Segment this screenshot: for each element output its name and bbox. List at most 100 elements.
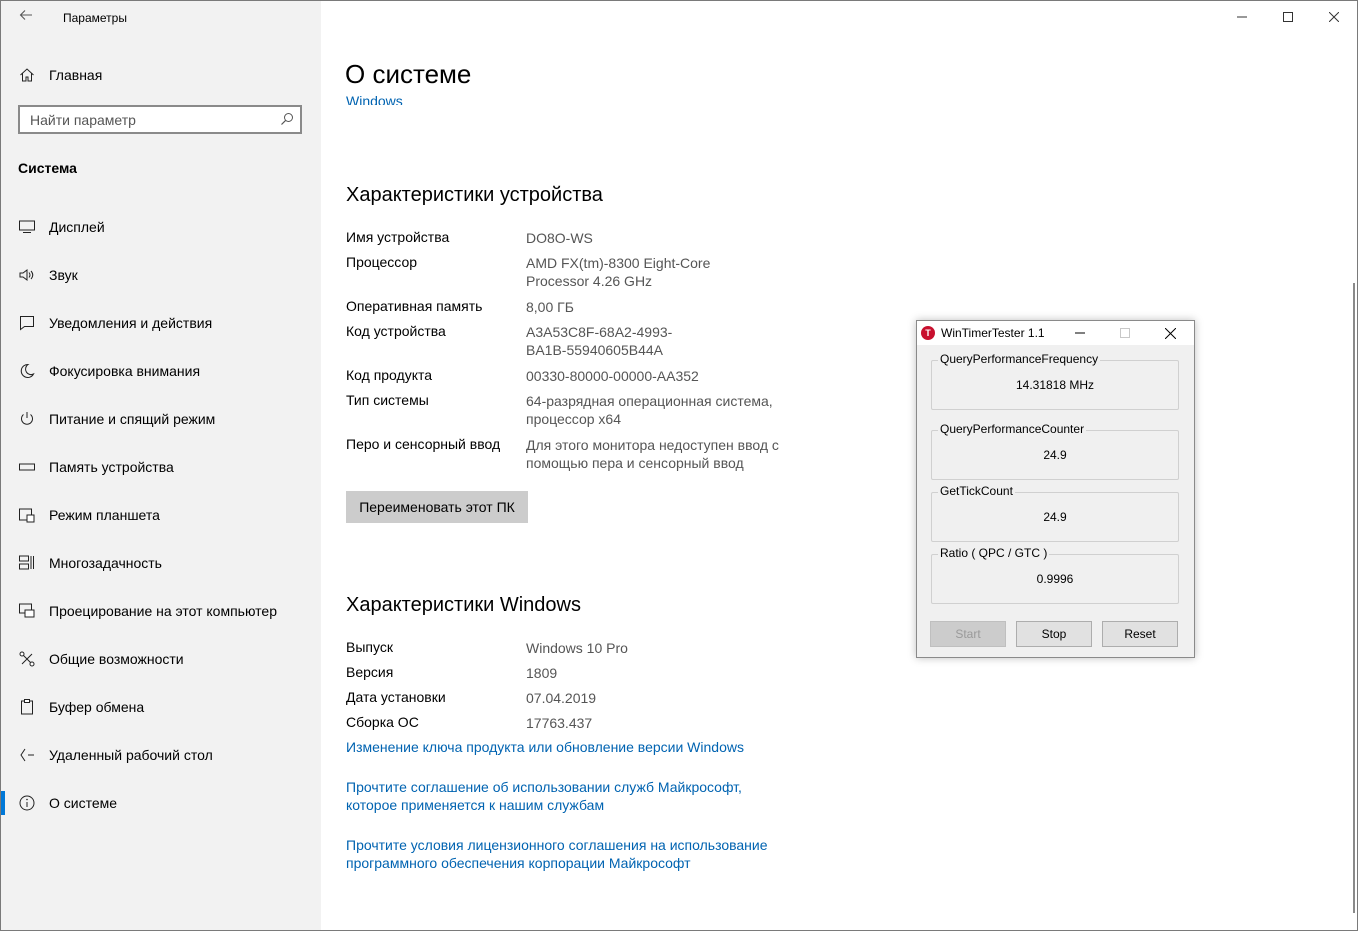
sidebar-item-label: О системе <box>49 795 118 811</box>
sound-icon <box>17 265 37 285</box>
group-label: QueryPerformanceCounter <box>938 422 1087 436</box>
sidebar-item-about[interactable]: О системе <box>1 783 321 823</box>
dialog-titlebar[interactable]: T WinTimerTester 1.1 <box>917 321 1194 345</box>
sidebar-item-storage[interactable]: Память устройства <box>1 447 321 487</box>
sidebar-item-notifications[interactable]: Уведомления и действия <box>1 303 321 343</box>
sidebar-item-tablet[interactable]: Режим планшета <box>1 495 321 535</box>
sidebar-item-shared[interactable]: Общие возможности <box>1 639 321 679</box>
spec-value: DO8O-WS <box>526 230 593 246</box>
services-agreement-link[interactable]: Прочтите соглашение об использовании слу… <box>346 778 756 814</box>
spec-value: 17763.437 <box>526 715 593 731</box>
spec-value: Для этого монитора недоступен ввод с пом… <box>526 437 779 471</box>
sidebar-item-label: Режим планшета <box>49 507 160 523</box>
sidebar-item-label: Звук <box>49 267 78 283</box>
nav-home-label: Главная <box>49 67 103 83</box>
qpc-group: QueryPerformanceCounter 24.9 <box>931 422 1179 480</box>
nav-home[interactable]: Главная <box>1 55 321 95</box>
wintimertester-dialog: T WinTimerTester 1.1 QueryPerformanceFre… <box>916 320 1195 658</box>
search-box[interactable] <box>18 105 302 134</box>
spec-value: 00330-80000-00000-AA352 <box>526 368 699 384</box>
spec-value: 1809 <box>526 665 558 681</box>
projecting-icon <box>17 601 37 621</box>
sidebar-item-label: Удаленный рабочий стол <box>49 747 213 763</box>
tablet-icon <box>17 505 37 525</box>
windows-security-link[interactable]: Windows <box>346 91 403 105</box>
minimize-icon <box>1237 16 1247 18</box>
close-icon <box>1329 12 1339 22</box>
group-value: 24.9 <box>1043 448 1067 462</box>
spec-key: Версия <box>346 664 394 680</box>
license-terms-link[interactable]: Прочтите условия лицензионного соглашени… <box>346 836 776 872</box>
storage-icon <box>17 457 37 477</box>
reset-button[interactable]: Reset <box>1102 621 1178 647</box>
search-input[interactable] <box>28 110 272 130</box>
spec-value: 07.04.2019 <box>526 690 597 706</box>
page-title: О системе <box>345 59 472 89</box>
group-value: 14.31818 MHz <box>1015 378 1095 392</box>
close-icon <box>1164 327 1176 339</box>
notifications-icon <box>17 313 37 333</box>
spec-key: Тип системы <box>346 392 429 408</box>
sidebar-item-label: Фокусировка внимания <box>49 363 201 379</box>
sidebar-item-label: Память устройства <box>49 459 174 475</box>
spec-key: Сборка ОС <box>346 714 419 730</box>
sidebar-item-label: Дисплей <box>49 219 105 235</box>
spec-value: Windows 10 Pro <box>526 640 628 656</box>
spec-key: Имя устройства <box>346 229 450 245</box>
power-icon <box>17 409 37 429</box>
section-label-system: Система <box>18 160 77 176</box>
spec-key: Перо и сенсорный ввод <box>346 436 501 452</box>
spec-value: 8,00 ГБ <box>526 299 574 315</box>
main-content: О системе Windows Характеристики устройс… <box>321 1 1357 930</box>
sidebar-item-label: Общие возможности <box>49 651 184 667</box>
sidebar-item-display[interactable]: Дисплей <box>1 207 321 247</box>
close-button[interactable] <box>1311 1 1357 33</box>
spec-key: Оперативная память <box>346 298 483 314</box>
device-specs-heading: Характеристики устройства <box>346 184 603 206</box>
focus-moon-icon <box>17 361 37 381</box>
app-title: Параметры <box>63 11 127 25</box>
group-value: 24.9 <box>1043 510 1067 524</box>
qpf-group: QueryPerformanceFrequency 14.31818 MHz <box>931 352 1179 410</box>
change-product-key-link[interactable]: Изменение ключа продукта или обновление … <box>346 738 806 756</box>
gettickcount-group: GetTickCount 24.9 <box>931 484 1179 542</box>
sidebar-item-focus[interactable]: Фокусировка внимания <box>1 351 321 391</box>
sidebar-item-label: Проецирование на этот компьютер <box>49 603 277 619</box>
spec-key: Код устройства <box>346 323 446 339</box>
display-icon <box>17 217 37 237</box>
stop-button[interactable]: Stop <box>1016 621 1092 647</box>
spec-key: Дата установки <box>346 689 446 705</box>
windows-specs-heading: Характеристики Windows <box>346 594 581 616</box>
minimize-icon <box>1075 332 1085 334</box>
maximize-button[interactable] <box>1265 1 1311 33</box>
app-logo-icon: T <box>921 326 935 340</box>
back-button[interactable] <box>15 7 37 29</box>
sidebar-item-remote-desktop[interactable]: Удаленный рабочий стол <box>1 735 321 775</box>
search-icon <box>281 113 293 125</box>
sidebar-item-sound[interactable]: Звук <box>1 255 321 295</box>
group-value: 0.9996 <box>1036 572 1074 586</box>
dialog-close-button[interactable] <box>1148 321 1192 345</box>
sidebar-item-label: Многозадачность <box>49 555 162 571</box>
sidebar-item-multitasking[interactable]: Многозадачность <box>1 543 321 583</box>
clipboard-icon <box>17 697 37 717</box>
rename-pc-button[interactable]: Переименовать этот ПК <box>346 491 528 523</box>
sidebar-item-projecting[interactable]: Проецирование на этот компьютер <box>1 591 321 631</box>
back-arrow-icon <box>19 10 32 20</box>
spec-value: AMD FX(tm)-8300 Eight-Core Processor 4.2… <box>526 255 711 289</box>
scrollbar[interactable] <box>1353 283 1355 913</box>
info-icon <box>17 793 37 813</box>
spec-value: A3A53C8F-68A2-4993-BA1B-55940605B44A <box>526 324 673 358</box>
start-button: Start <box>930 621 1006 647</box>
sidebar-item-label: Уведомления и действия <box>49 315 213 331</box>
sidebar-item-power[interactable]: Питание и спящий режим <box>1 399 321 439</box>
spec-key: Процессор <box>346 254 418 270</box>
sidebar-item-clipboard[interactable]: Буфер обмена <box>1 687 321 727</box>
minimize-button[interactable] <box>1219 1 1265 33</box>
sidebar-item-label: Питание и спящий режим <box>49 411 216 427</box>
sidebar: Параметры Главная Система Дисплей Звук У… <box>1 1 321 930</box>
sidebar-item-label: Буфер обмена <box>49 699 145 715</box>
dialog-minimize-button[interactable] <box>1058 321 1102 345</box>
maximize-icon <box>1283 12 1293 22</box>
settings-window: Параметры Главная Система Дисплей Звук У… <box>0 0 1358 931</box>
